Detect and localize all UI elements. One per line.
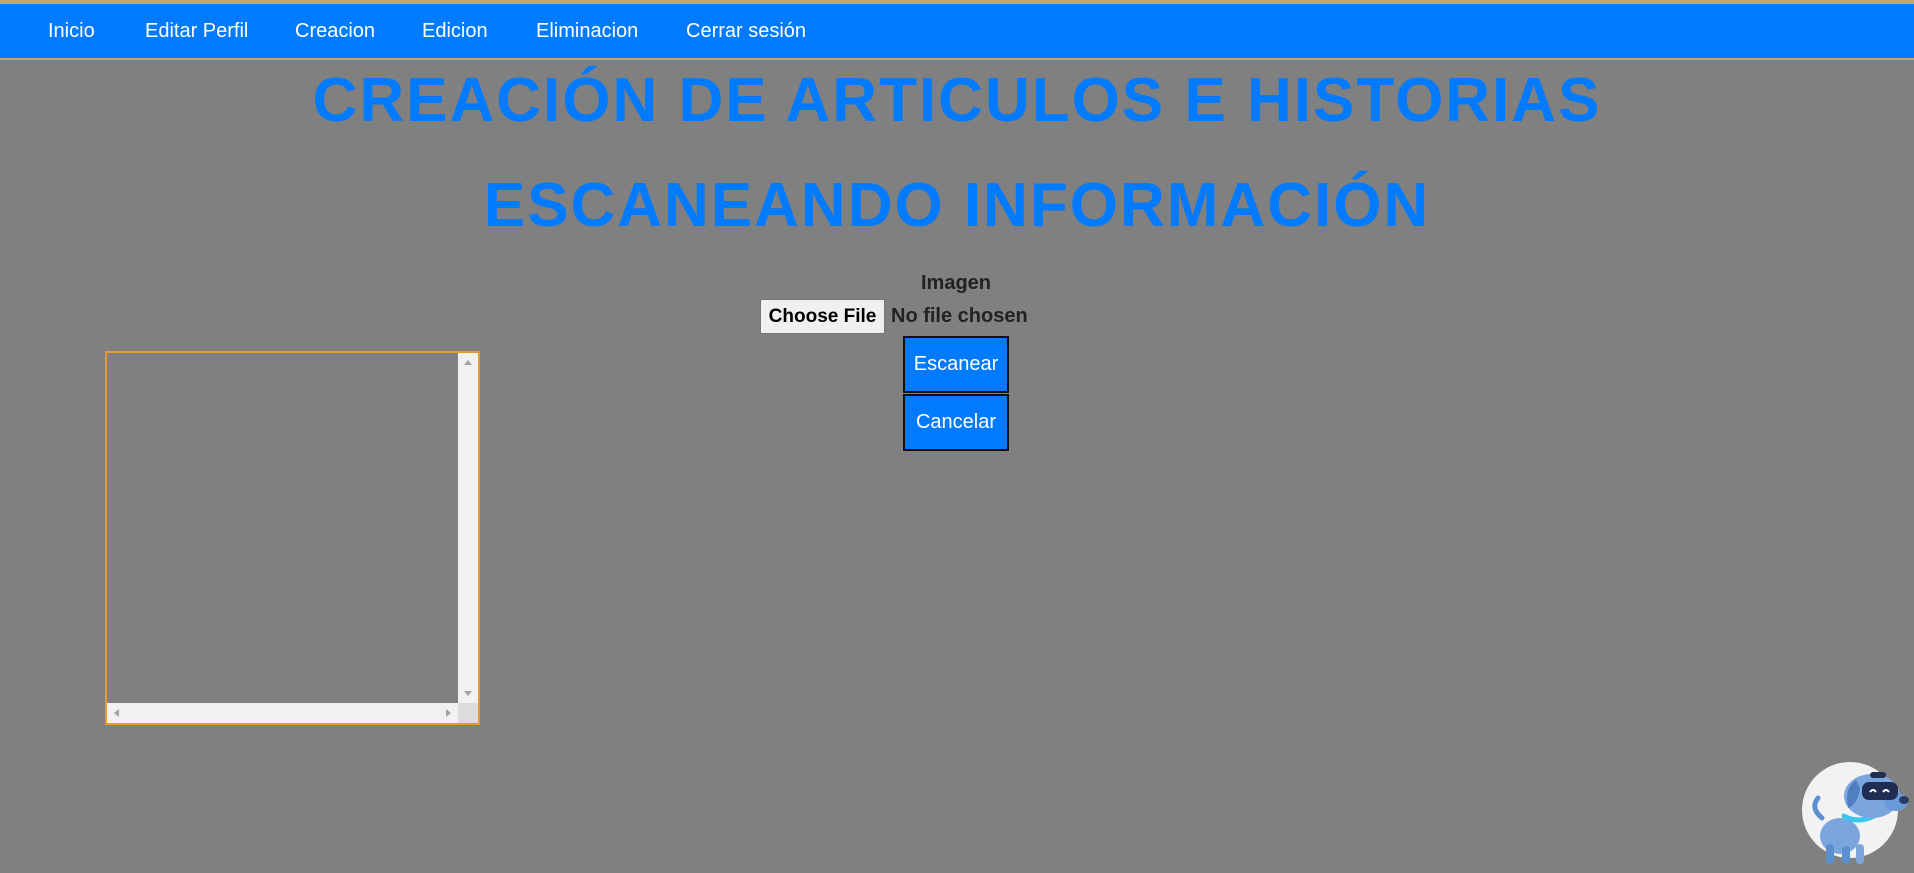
nav-edicion[interactable]: Edicion xyxy=(422,20,488,43)
nav-cerrar-sesion[interactable]: Cerrar sesión xyxy=(686,20,806,43)
nav-creacion[interactable]: Creacion xyxy=(295,20,375,43)
scroll-left-icon[interactable] xyxy=(114,709,119,717)
cancel-button[interactable]: Cancelar xyxy=(903,394,1009,451)
image-field-label: Imagen xyxy=(920,272,992,294)
scroll-down-icon[interactable] xyxy=(464,691,472,696)
scroll-up-icon[interactable] xyxy=(464,360,472,365)
scrollbar-corner xyxy=(458,703,478,723)
file-status-text: No file chosen xyxy=(891,305,1028,327)
result-textarea[interactable] xyxy=(107,353,462,707)
nav-editar-perfil[interactable]: Editar Perfil xyxy=(145,20,248,43)
page-title: CREACIÓN DE ARTICULOS E HISTORIAS xyxy=(312,66,1602,135)
horizontal-scrollbar[interactable] xyxy=(107,703,458,723)
choose-file-button[interactable]: Choose File xyxy=(760,299,885,334)
page-subtitle: ESCANEANDO INFORMACIÓN xyxy=(483,171,1431,240)
robot-dog-icon[interactable] xyxy=(1800,758,1914,868)
scan-button[interactable]: Escanear xyxy=(903,336,1009,393)
result-textarea-container xyxy=(105,351,480,725)
nav-inicio[interactable]: Inicio xyxy=(48,20,95,43)
vertical-scrollbar[interactable] xyxy=(458,353,478,703)
navbar: Inicio Editar Perfil Creacion Edicion El… xyxy=(0,4,1914,60)
nav-eliminacion[interactable]: Eliminacion xyxy=(536,20,638,43)
scroll-right-icon[interactable] xyxy=(446,709,451,717)
